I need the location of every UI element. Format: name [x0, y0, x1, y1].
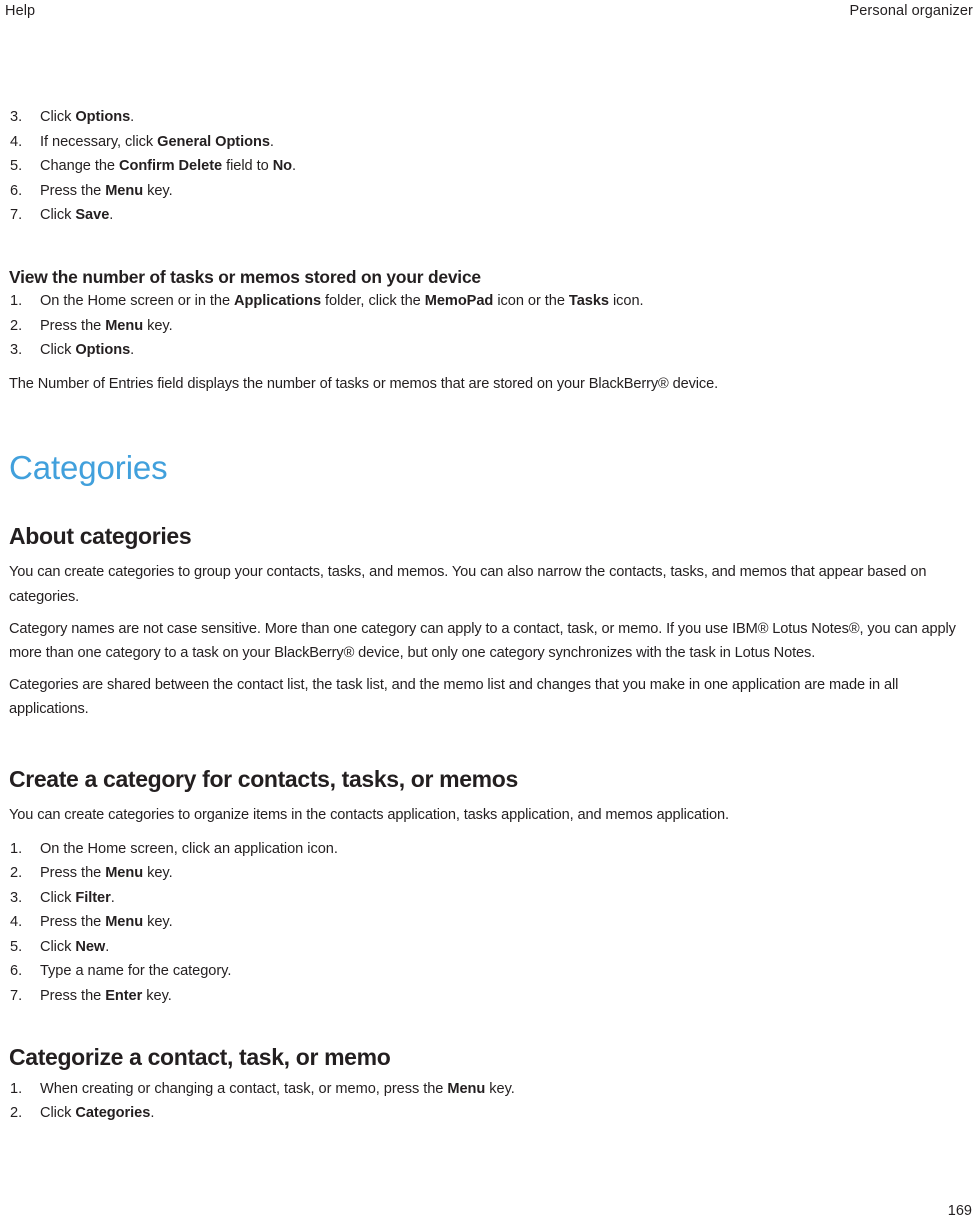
- list-item: 7. Click Save.: [9, 203, 973, 228]
- list-item: 4. Press the Menu key.: [9, 910, 973, 935]
- chapter-title-categories: Categories: [9, 449, 168, 487]
- list-item-text: Click Save.: [40, 207, 114, 224]
- number-of-entries-note: The Number of Entries field displays the…: [9, 375, 719, 392]
- list-item-text: Change the Confirm Delete field to No.: [40, 158, 297, 175]
- list-item-number: 3.: [10, 889, 23, 906]
- list-item: 2. Click Categories.: [9, 1101, 973, 1126]
- heading-categorize-contact-task-memo: Categorize a contact, task, or memo: [9, 1043, 391, 1070]
- list-item-number: 5.: [10, 158, 23, 175]
- list-item-number: 3.: [10, 342, 23, 359]
- list-item-number: 6.: [10, 182, 23, 199]
- about-categories-paragraph-2: Category names are not case sensitive. M…: [9, 620, 956, 662]
- about-categories-paragraph-3: Categories are shared between the contac…: [9, 676, 899, 718]
- list-item-number: 2.: [10, 865, 23, 882]
- header-left-label: Help: [5, 3, 36, 19]
- list-item-number: 5.: [10, 938, 23, 955]
- list-item-text: Click Options.: [40, 342, 135, 359]
- list-item-number: 1.: [10, 1080, 23, 1097]
- list-item-number: 2.: [10, 1105, 23, 1122]
- list-item-text: On the Home screen, click an application…: [40, 840, 338, 857]
- view-number-steps-list: 1. On the Home screen or in the Applicati…: [9, 289, 973, 363]
- list-item-number: 4.: [10, 914, 23, 931]
- list-item-text: Press the Menu key.: [40, 182, 173, 199]
- list-item: 5. Click New.: [9, 935, 973, 960]
- list-item-number: 1.: [10, 840, 23, 857]
- list-item: 1. On the Home screen or in the Applicati…: [9, 289, 973, 314]
- list-item: 2. Press the Menu key.: [9, 861, 973, 886]
- list-item: 3. Click Options.: [9, 105, 973, 130]
- list-item: 1. When creating or changing a contact, t…: [9, 1077, 973, 1102]
- categorize-steps-list: 1. When creating or changing a contact, t…: [9, 1077, 973, 1126]
- page-number: 169: [947, 1203, 972, 1219]
- heading-about-categories: About categories: [9, 523, 192, 550]
- list-item: 3. Click Options.: [9, 338, 973, 363]
- list-item-text: If necessary, click General Options.: [40, 133, 274, 150]
- list-item-text: Press the Enter key.: [40, 988, 172, 1005]
- list-item-number: 3.: [10, 109, 23, 125]
- list-item-text: Click New.: [40, 938, 110, 955]
- list-item: 4. If necessary, click General Options.: [9, 130, 973, 155]
- list-item: 2. Press the Menu key.: [9, 314, 973, 339]
- list-item: 6. Type a name for the category.: [9, 959, 973, 984]
- list-item-text: Press the Menu key.: [40, 914, 173, 931]
- page-content: 3. Click Options. 4. If necessary, click Ge…: [9, 105, 973, 1126]
- list-item-number: 7.: [10, 988, 23, 1005]
- list-item-text: On the Home screen or in the Application…: [40, 292, 644, 309]
- header-right-label: Personal organizer: [849, 3, 973, 19]
- page-header: Help Personal organizer: [0, 0, 975, 26]
- list-item-text: When creating or changing a contact, tas…: [40, 1080, 515, 1097]
- list-item: 5. Change the Confirm Delete field to No.: [9, 154, 973, 179]
- create-category-intro: You can create categories to organize it…: [9, 806, 729, 823]
- list-item: 6. Press the Menu key.: [9, 179, 973, 204]
- heading-create-a-category: Create a category for contacts, tasks, o…: [9, 765, 518, 792]
- about-categories-paragraph-1: You can create categories to group your …: [9, 564, 927, 605]
- list-item: 3. Click Filter.: [9, 886, 973, 911]
- list-item-text: Click Options.: [40, 109, 135, 125]
- list-item-number: 4.: [10, 133, 23, 150]
- list-item-text: Click Filter.: [40, 889, 115, 906]
- list-item-text: Press the Menu key.: [40, 865, 173, 882]
- list-item-text: Press the Menu key.: [40, 317, 173, 334]
- list-item-number: 2.: [10, 317, 23, 334]
- list-item: 7. Press the Enter key.: [9, 984, 973, 1009]
- list-item-number: 6.: [10, 963, 23, 980]
- list-item-text: Click Categories.: [40, 1105, 155, 1122]
- heading-view-number-of-tasks: View the number of tasks or memos stored…: [9, 266, 481, 287]
- list-item-text: Type a name for the category.: [40, 963, 232, 980]
- create-category-steps-list: 1. On the Home screen, click an applicati…: [9, 837, 973, 1009]
- list-item: 1. On the Home screen, click an applicati…: [9, 837, 973, 862]
- list-item-number: 1.: [10, 292, 23, 309]
- list-item-number: 7.: [10, 207, 23, 224]
- continued-steps-list: 3. Click Options. 4. If necessary, click Ge…: [9, 105, 973, 228]
